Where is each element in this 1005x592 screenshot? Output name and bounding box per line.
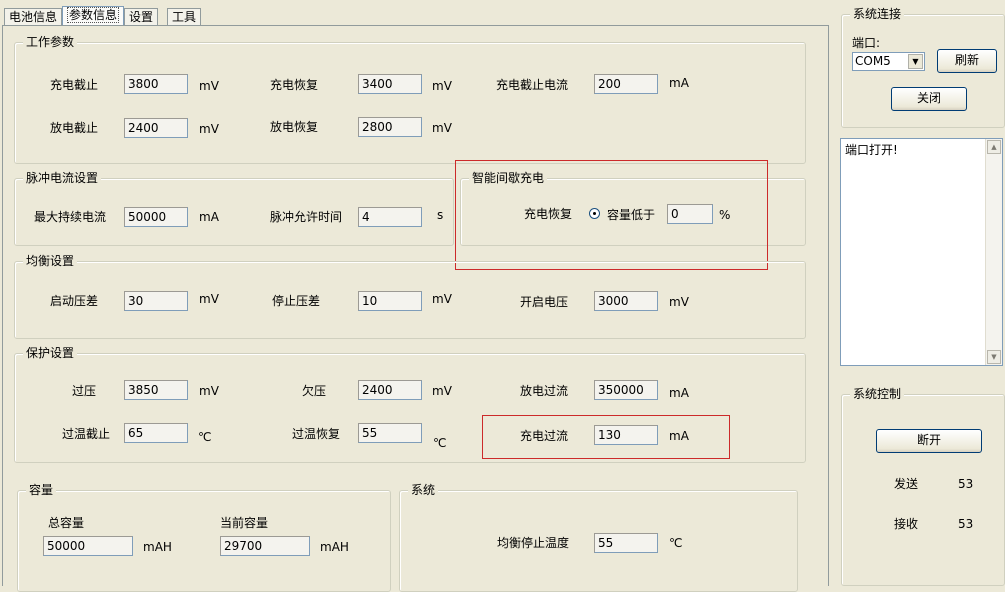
tab-label: 参数信息 [67,7,120,23]
max-current-label: 最大持续电流 [34,210,107,224]
group-title: 容量 [26,483,57,497]
group-title: 系统 [408,483,439,497]
group-title: 工作参数 [23,35,78,49]
discharge-cutoff-label: 放电截止 [50,121,99,135]
open-voltage-label: 开启电压 [520,295,569,309]
under-voltage-label: 欠压 [302,384,327,398]
group-title: 脉冲电流设置 [23,171,102,185]
receive-label: 接收 [894,517,919,531]
balance-stop-temp-input[interactable]: 55 [594,533,658,553]
unit-label: s [437,208,444,222]
port-select[interactable]: COM5 ▼ [852,52,925,71]
stop-diff-label: 停止压差 [272,294,321,308]
log-scrollbar[interactable]: ▲ ▼ [985,139,1002,365]
unit-label: mV [432,121,452,135]
chevron-down-icon[interactable]: ▼ [908,54,923,69]
total-capacity-label: 总容量 [48,516,85,530]
disconnect-button[interactable]: 断开 [876,429,982,453]
scroll-up-icon[interactable]: ▲ [987,140,1001,154]
unit-label: mAH [320,540,349,554]
scroll-down-icon[interactable]: ▼ [987,350,1001,364]
log-text: 端口打开! [845,143,898,157]
stop-diff-input[interactable]: 10 [358,291,422,311]
tab-label: 工具 [172,10,197,24]
unit-label: mV [432,79,452,93]
unit-label: mA [669,76,689,90]
discharge-over-current-input[interactable]: 350000 [594,380,658,400]
close-button[interactable]: 关闭 [891,87,967,111]
discharge-over-current-label: 放电过流 [520,384,569,398]
max-current-input[interactable]: 50000 [124,207,188,227]
port-label: 端口: [852,36,881,50]
open-voltage-input[interactable]: 3000 [594,291,658,311]
tab-label: 设置 [129,10,154,24]
tab-label: 电池信息 [9,10,58,24]
unit-label: mV [199,79,219,93]
charge-cutoff-current-label: 充电截止电流 [496,78,569,92]
group-title: 保护设置 [23,346,78,360]
discharge-recover-input[interactable]: 2800 [358,117,422,137]
pulse-time-label: 脉冲允许时间 [270,210,343,224]
over-temp-cutoff-label: 过温截止 [62,427,111,441]
tab-battery-info[interactable]: 电池信息 [4,8,63,26]
unit-label: ℃ [198,430,212,444]
over-temp-recover-input[interactable]: 55 [358,423,422,443]
charge-cutoff-label: 充电截止 [50,78,99,92]
unit-label: ℃ [669,536,683,550]
unit-label: mV [432,384,452,398]
over-temp-recover-label: 过温恢复 [292,427,341,441]
current-capacity-input[interactable]: 29700 [220,536,310,556]
refresh-button[interactable]: 刷新 [937,49,997,73]
discharge-cutoff-input[interactable]: 2400 [124,118,188,138]
charge-recover-input[interactable]: 3400 [358,74,422,94]
start-diff-label: 启动压差 [50,294,99,308]
tab-settings[interactable]: 设置 [124,8,159,26]
pulse-time-input[interactable]: 4 [358,207,422,227]
total-capacity-input[interactable]: 50000 [43,536,133,556]
port-select-value: COM5 [855,54,891,68]
under-voltage-input[interactable]: 2400 [358,380,422,400]
over-temp-cutoff-input[interactable]: 65 [124,423,188,443]
send-label: 发送 [894,477,919,491]
tab-param-info[interactable]: 参数信息 [62,6,125,26]
over-voltage-input[interactable]: 3850 [124,380,188,400]
unit-label: mV [199,384,219,398]
current-capacity-label: 当前容量 [220,516,269,530]
send-count: 53 [958,477,974,491]
unit-label: mV [432,292,452,306]
unit-label: mV [669,295,689,309]
group-title: 系统连接 [850,7,905,21]
receive-count: 53 [958,517,974,531]
unit-label: mA [199,210,219,224]
start-diff-input[interactable]: 30 [124,291,188,311]
unit-label: mA [669,386,689,400]
discharge-recover-label: 放电恢复 [270,120,319,134]
unit-label: mV [199,122,219,136]
unit-label: mAH [143,540,172,554]
charge-cutoff-current-input[interactable]: 200 [594,74,658,94]
log-textarea[interactable]: 端口打开! ▲ ▼ [840,138,1003,366]
highlight-box [455,160,768,270]
charge-cutoff-input[interactable]: 3800 [124,74,188,94]
group-title: 系统控制 [850,387,905,401]
over-voltage-label: 过压 [72,384,97,398]
control-group: 系统控制 [841,387,1005,586]
highlight-box [482,415,730,459]
group-title: 均衡设置 [23,254,78,268]
work-params-group: 工作参数 [14,35,806,164]
unit-label: ℃ [433,436,447,450]
charge-recover-label: 充电恢复 [270,78,319,92]
unit-label: mV [199,292,219,306]
tab-tools[interactable]: 工具 [167,8,202,26]
balance-stop-temp-label: 均衡停止温度 [497,536,570,550]
